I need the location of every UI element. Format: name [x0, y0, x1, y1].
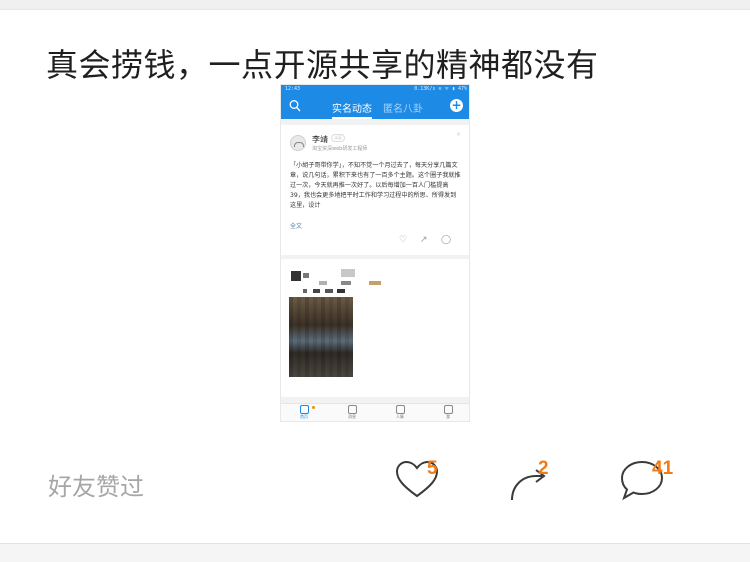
- pixel-block: [341, 281, 351, 285]
- tab-anonymous: 匿名八卦: [383, 104, 423, 115]
- home-tab: 首页: [285, 405, 323, 420]
- liked-by-friends-label: 好友赞过: [48, 473, 144, 501]
- messages-tab: 消息: [333, 405, 371, 420]
- share-icon: [511, 469, 546, 501]
- pixel-block: [341, 269, 355, 277]
- me-tab: 我: [429, 405, 467, 420]
- home-icon: [299, 405, 309, 414]
- pixel-block: [325, 289, 333, 293]
- pixelated-photo: [289, 297, 353, 377]
- like-count: 5: [427, 458, 438, 479]
- author-name: 李靖: [312, 135, 328, 144]
- screenshot-nav-bar: 实名动态 匿名八卦 +: [281, 93, 469, 119]
- contacts-tab: 人脉: [381, 405, 419, 420]
- pixel-block: [303, 289, 307, 293]
- status-indicators: 0.13K/s ≋ ᯤ ▮ 47%: [414, 86, 467, 92]
- top-divider: [0, 0, 750, 10]
- avatar: [290, 135, 306, 151]
- plus-icon: +: [450, 98, 463, 112]
- pixel-block: [313, 289, 320, 293]
- user-icon: [443, 405, 453, 414]
- share-icon: ↗: [420, 235, 428, 245]
- pixelated-avatar: [291, 271, 301, 281]
- post-text: 真会捞钱，一点开源共享的精神都没有: [46, 46, 599, 84]
- status-time: 12:43: [285, 86, 301, 92]
- pixel-block: [303, 273, 309, 278]
- tab-real-name: 实名动态: [332, 100, 372, 119]
- read-more-link: 全文: [290, 223, 303, 230]
- screenshot-post-card: 李靖 认证 淘宝资深web研发工程师 × 「小胡子哥带你学」，不知不觉一个月过去…: [281, 125, 469, 255]
- share-count: 2: [538, 458, 549, 479]
- contacts-icon: [395, 405, 405, 414]
- close-icon: ×: [455, 131, 461, 138]
- pixel-block: [337, 289, 345, 293]
- notification-dot: [312, 406, 315, 409]
- heart-icon: ♡: [399, 235, 408, 245]
- author-role: 淘宝资深web研发工程师: [312, 146, 368, 152]
- post-image[interactable]: 12:43 0.13K/s ≋ ᯤ ▮ 47% 实名动态 匿名八卦 + 李靖 认…: [280, 84, 470, 422]
- screenshot-post-body: 「小胡子哥带你学」，不知不觉一个月过去了，每天分享几篇文章，说几句话，累积下来也…: [290, 162, 461, 209]
- search-icon: [289, 100, 301, 112]
- screenshot-pixelated-post: [281, 259, 469, 397]
- message-icon: [347, 405, 357, 414]
- pixel-block: [369, 281, 381, 285]
- screenshot-tab-bar: 首页 消息 人脉 我: [281, 403, 469, 421]
- author-badge: 认证: [331, 134, 345, 142]
- share-button[interactable]: [508, 456, 556, 504]
- screenshot-status-bar: 12:43 0.13K/s ≋ ᯤ ▮ 47%: [281, 85, 469, 93]
- comment-count: 41: [652, 458, 674, 479]
- pixel-block: [319, 281, 327, 285]
- comment-icon: ◯: [441, 235, 452, 245]
